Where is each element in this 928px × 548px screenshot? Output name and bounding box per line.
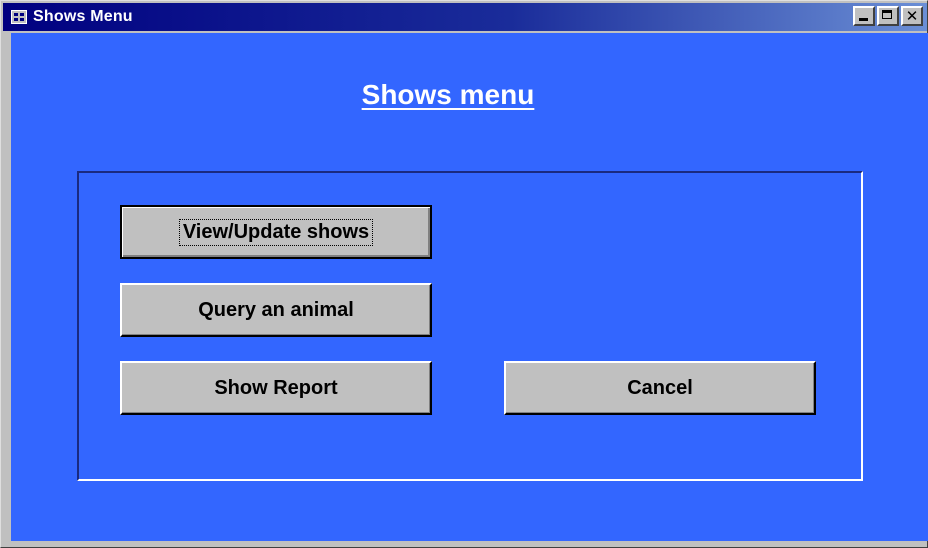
form-icon[interactable] [11, 10, 27, 24]
window-border [3, 31, 11, 545]
query-animal-label: Query an animal [198, 298, 354, 321]
close-icon: ✕ [905, 7, 919, 25]
form-body: Shows menu View/Update shows Query an an… [11, 33, 928, 541]
view-update-shows-label: View/Update shows [178, 218, 374, 246]
close-button[interactable]: ✕ [901, 6, 923, 26]
show-report-label: Show Report [214, 376, 338, 399]
show-report-button[interactable]: Show Report [120, 361, 432, 415]
shows-menu-window: Shows Menu ✕ Shows menu View/Update show… [0, 0, 928, 548]
title-bar[interactable]: Shows Menu ✕ [3, 3, 927, 31]
cancel-label: Cancel [627, 376, 693, 399]
maximize-button[interactable] [877, 6, 899, 26]
window-title: Shows Menu [33, 8, 133, 25]
form-title: Shows menu [361, 79, 535, 110]
caption-buttons: ✕ [853, 6, 923, 26]
cancel-button[interactable]: Cancel [504, 361, 816, 415]
view-update-shows-button[interactable]: View/Update shows [120, 205, 432, 259]
minimize-button[interactable] [853, 6, 875, 26]
query-animal-button[interactable]: Query an animal [120, 283, 432, 337]
